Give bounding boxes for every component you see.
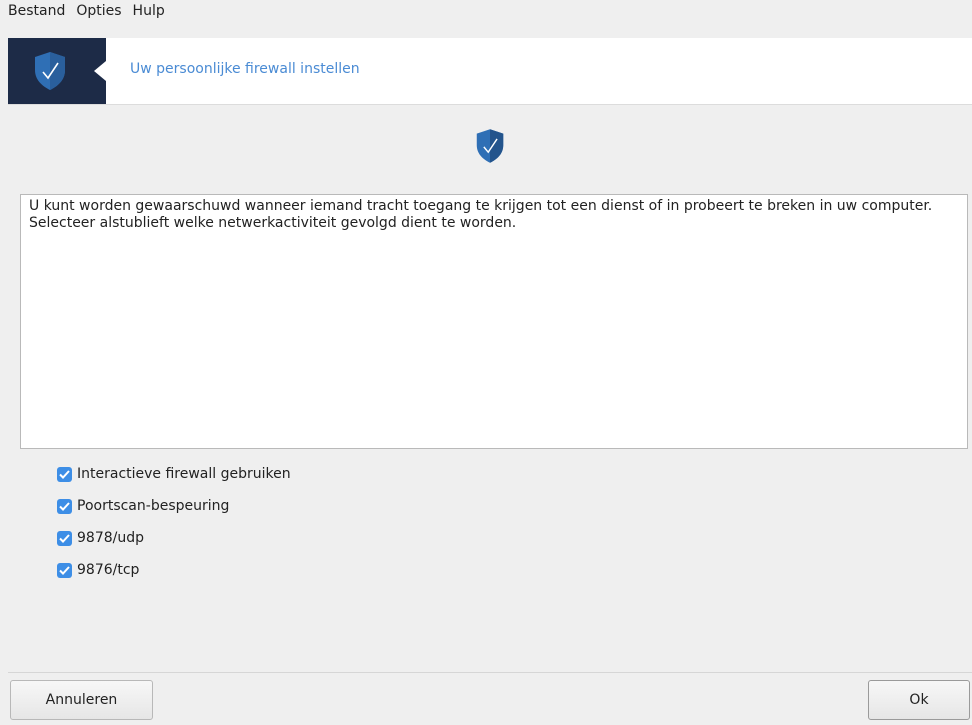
ok-button[interactable]: Ok (868, 680, 970, 720)
shield-check-icon (35, 52, 65, 90)
option-9878-udp[interactable]: 9878/udp (57, 522, 291, 554)
description-line-2: Selecteer alstublieft welke netwerkactiv… (29, 215, 517, 231)
option-label: Interactieve firewall gebruiken (77, 466, 291, 482)
checkbox-checked-icon[interactable] (57, 466, 72, 482)
footer-separator (8, 672, 972, 673)
checkbox-checked-icon[interactable] (57, 530, 72, 546)
option-portscan-detection[interactable]: Poortscan-bespeuring (57, 490, 291, 522)
option-9876-tcp[interactable]: 9876/tcp (57, 554, 291, 586)
checkbox-checked-icon[interactable] (57, 562, 72, 578)
page-title: Uw persoonlijke firewall instellen (130, 61, 360, 77)
banner-icon-box (8, 38, 106, 104)
description-text: U kunt worden gewaarschuwd wanneer ieman… (20, 194, 968, 449)
options-list: Interactieve firewall gebruiken Poortsca… (57, 458, 291, 586)
banner-notch (94, 61, 106, 81)
description-line-1: U kunt worden gewaarschuwd wanneer ieman… (29, 198, 933, 214)
option-label: 9878/udp (77, 530, 144, 546)
checkbox-checked-icon[interactable] (57, 498, 72, 514)
menu-bar: Bestand Opties Hulp (8, 0, 972, 38)
option-label: 9876/tcp (77, 562, 140, 578)
option-interactive-firewall[interactable]: Interactieve firewall gebruiken (57, 458, 291, 490)
header-banner: Uw persoonlijke firewall instellen (8, 38, 972, 105)
shield-check-icon (476, 129, 504, 163)
window: Bestand Opties Hulp Uw persoonlijke fire… (8, 0, 972, 725)
menu-bestand[interactable]: Bestand (8, 0, 70, 22)
menu-opties[interactable]: Opties (76, 0, 126, 22)
option-label: Poortscan-bespeuring (77, 498, 230, 514)
menu-hulp[interactable]: Hulp (133, 0, 170, 22)
cancel-button[interactable]: Annuleren (10, 680, 153, 720)
